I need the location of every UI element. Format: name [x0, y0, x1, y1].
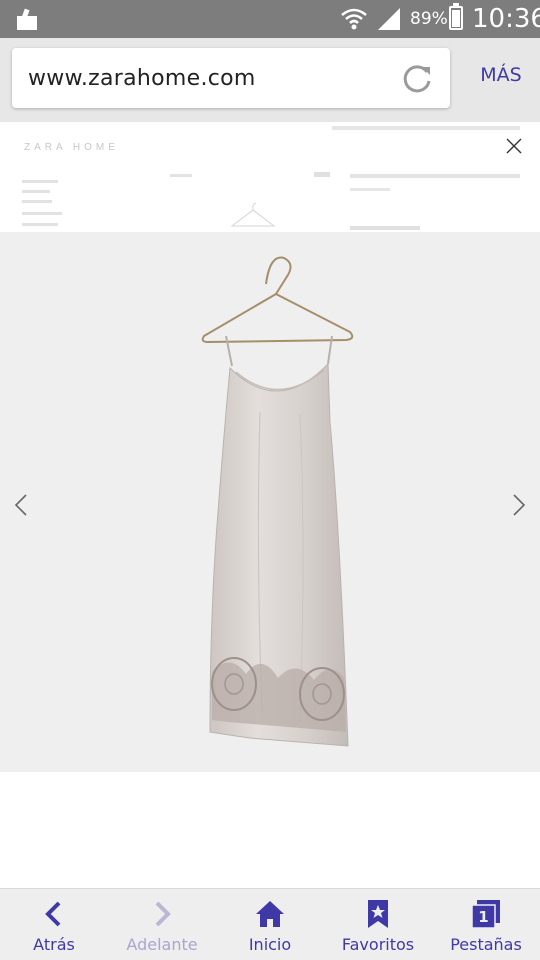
nav-tabs[interactable]: 1 Pestañas: [432, 889, 540, 960]
tabs-count-badge: 1: [478, 908, 488, 926]
more-menu-button[interactable]: MÁS: [468, 64, 534, 86]
faded-menu-line: [22, 200, 52, 203]
website-background: ZARA HOME: [0, 122, 540, 232]
signal-icon: [378, 8, 400, 30]
status-bar: 89% 10:36: [0, 0, 540, 38]
url-bar[interactable]: www.zarahome.com: [12, 48, 450, 108]
nav-forward[interactable]: Adelante: [108, 889, 216, 960]
chevron-right-icon[interactable]: [510, 492, 528, 518]
product-image-viewer[interactable]: [0, 232, 540, 772]
battery-percent: 89%: [410, 9, 448, 29]
faded-menu-line: [22, 190, 50, 193]
faded-menu-line: [22, 180, 58, 183]
faded-menu-line: [22, 223, 58, 226]
faded-nav-arrows: [314, 172, 330, 177]
nav-back[interactable]: Atrás: [0, 889, 108, 960]
nav-home[interactable]: Inicio: [216, 889, 324, 960]
product-photo: [0, 232, 540, 772]
page-empty-area: [0, 772, 540, 888]
reload-icon[interactable]: [400, 62, 434, 96]
chevron-left-icon[interactable]: [12, 492, 30, 518]
tabs-icon: 1: [471, 900, 500, 929]
nav-home-label: Inicio: [248, 935, 292, 954]
back-icon: [45, 901, 61, 927]
faded-price: [350, 226, 420, 230]
browser-toolbar: www.zarahome.com MÁS: [0, 38, 540, 122]
faded-product-ref: [350, 188, 390, 191]
faded-menu-line: [22, 212, 62, 215]
notification-icon: [17, 8, 37, 30]
nav-bookmarks-label: Favoritos: [341, 935, 415, 954]
wifi-icon: [341, 8, 367, 30]
nav-tabs-label: Pestañas: [450, 935, 522, 954]
url-text[interactable]: www.zarahome.com: [28, 66, 256, 91]
nav-bookmarks[interactable]: Favoritos: [324, 889, 432, 960]
bookmark-icon: [368, 900, 388, 928]
faded-top-links: [332, 126, 520, 130]
bottom-navigation: Atrás Adelante Inicio Favoritos 1 Pestañ…: [0, 888, 540, 960]
site-logo: ZARA HOME: [24, 142, 119, 153]
battery-icon: [449, 3, 463, 30]
nav-back-label: Atrás: [33, 935, 75, 954]
close-icon[interactable]: [506, 138, 522, 154]
home-icon: [256, 901, 284, 927]
nav-forward-label: Adelante: [126, 935, 198, 954]
forward-icon: [155, 901, 171, 927]
faded-product-title: [350, 174, 520, 178]
clock: 10:36: [472, 4, 540, 34]
faded-hanger-thumbnail: [230, 202, 276, 227]
faded-back-link: [170, 174, 192, 177]
